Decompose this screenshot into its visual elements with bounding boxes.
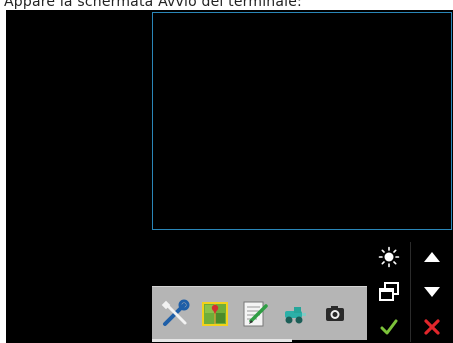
window-switch-icon — [378, 281, 400, 303]
manual-page: Appare la schermata Avvio del terminale: — [0, 0, 453, 343]
camera-app-button[interactable] — [318, 297, 352, 331]
scroll-down-button[interactable] — [411, 275, 453, 309]
brightness-button[interactable] — [368, 240, 410, 274]
triangle-up-icon — [423, 250, 441, 264]
terminal-screen — [6, 10, 453, 343]
triangle-down-icon — [423, 285, 441, 299]
sun-icon — [378, 246, 400, 268]
taskbar-selection-indicator — [152, 339, 292, 342]
switch-window-button[interactable] — [368, 275, 410, 309]
notes-app-button[interactable] — [238, 297, 272, 331]
cancel-button[interactable] — [411, 310, 453, 343]
map-icon — [200, 299, 230, 329]
confirm-button[interactable] — [368, 310, 410, 343]
side-control-panel — [368, 238, 453, 343]
caption-text: Appare la schermata Avvio del terminale: — [4, 0, 302, 10]
scroll-up-button[interactable] — [411, 240, 453, 274]
camera-icon — [320, 299, 350, 329]
main-display-area — [152, 12, 452, 230]
field-map-app-button[interactable] — [198, 297, 232, 331]
tools-icon — [160, 299, 190, 329]
tractor-icon — [280, 299, 310, 329]
settings-app-button[interactable] — [158, 297, 192, 331]
cross-icon — [423, 318, 441, 336]
vehicle-app-button[interactable] — [278, 297, 312, 331]
check-icon — [379, 318, 399, 336]
notepad-icon — [240, 299, 270, 329]
app-taskbar — [152, 286, 367, 340]
